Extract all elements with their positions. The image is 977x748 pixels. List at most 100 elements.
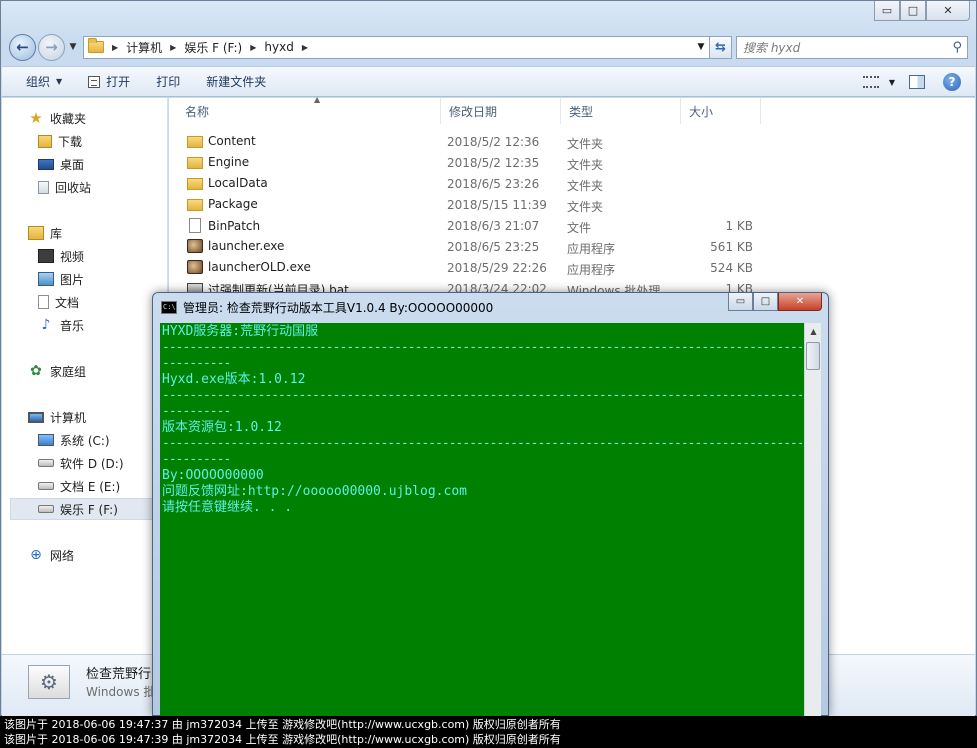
search-icon[interactable]: ⚲: [952, 40, 962, 55]
recent-pages-dropdown[interactable]: ▼: [67, 42, 79, 52]
breadcrumb-hyxd[interactable]: hyxd: [264, 40, 293, 54]
file-type: 文件夹: [567, 137, 604, 151]
command-prompt-window[interactable]: C:\ 管理员: 检查荒野行动版本工具V1.0.4 By:OOOOO00000 …: [152, 292, 829, 717]
drive-icon: [38, 502, 54, 516]
file-row[interactable]: Package 2018/5/15 11:39 文件夹: [169, 194, 789, 215]
sort-ascending-icon: ▲: [314, 95, 321, 104]
file-type: 文件夹: [567, 200, 604, 214]
nav-label: 收藏夹: [50, 111, 87, 126]
folder-icon: [187, 177, 203, 190]
address-bar[interactable]: ▶ 计算机 ▶ 娱乐 F (F:) ▶ hyxd ▶ ▼: [83, 35, 710, 59]
search-input[interactable]: 搜索 hyxd ⚲: [736, 35, 968, 59]
nav-label: 图片: [60, 272, 85, 287]
file-row[interactable]: launcherOLD.exe 2018/5/29 22:26 应用程序 524…: [169, 257, 789, 278]
nav-drive-f[interactable]: 娱乐 F (F:): [10, 498, 158, 520]
organize-label: 组织: [26, 75, 51, 89]
print-button[interactable]: 打印: [156, 73, 180, 90]
maximize-button[interactable]: □: [900, 1, 926, 21]
new-folder-button[interactable]: 新建文件夹: [206, 73, 266, 90]
chevron-right-icon[interactable]: ▶: [250, 43, 256, 52]
folder-icon: [88, 38, 104, 53]
open-icon: [88, 75, 101, 88]
chevron-right-icon[interactable]: ▶: [302, 43, 308, 52]
nav-label: 家庭组: [50, 364, 87, 379]
file-icon: [189, 218, 201, 233]
forward-button[interactable]: →: [38, 33, 65, 61]
address-dropdown-icon[interactable]: ▼: [693, 42, 709, 52]
cmd-minimize-button[interactable]: ▭: [728, 293, 753, 311]
homegroup-icon: ✿: [30, 363, 42, 379]
open-button[interactable]: 打开: [88, 73, 130, 90]
cmd-caption-buttons: ▭ □ ✕: [728, 293, 822, 311]
details-file-type: Windows 批: [86, 685, 156, 699]
command-bar: 组织 ▼ 打开 打印 新建文件夹 ▼ ?: [2, 66, 975, 97]
forward-arrow-icon: →: [45, 38, 58, 56]
view-options-icon[interactable]: [862, 76, 879, 88]
maximize-icon: □: [907, 4, 919, 17]
file-date: 2018/5/15 11:39: [447, 198, 547, 212]
file-size: 561 KB: [710, 240, 753, 254]
library-icon: [28, 226, 44, 240]
file-row[interactable]: Engine 2018/5/2 12:35 文件夹: [169, 152, 789, 173]
picture-icon: [38, 272, 54, 286]
navigation-pane: ★ 收藏夹 下载 桌面 回收站 库 视频 图片 文档 ♪ 音乐 ✿ 家庭组 计算机 系…: [2, 98, 168, 654]
console-icon: C:\: [161, 301, 177, 314]
preview-pane-icon[interactable]: [909, 75, 925, 89]
organize-button[interactable]: 组织 ▼: [26, 73, 62, 90]
file-row[interactable]: BinPatch 2018/6/3 21:07 文件 1 KB: [169, 215, 789, 236]
cmd-window-title: 管理员: 检查荒野行动版本工具V1.0.4 By:OOOOO00000: [183, 301, 494, 315]
nav-label: 软件 D (D:): [60, 456, 124, 471]
chevron-down-icon[interactable]: ▼: [889, 78, 895, 87]
file-name: Content: [208, 134, 256, 148]
help-icon[interactable]: ?: [943, 73, 961, 91]
scroll-up-icon[interactable]: ▲: [805, 323, 822, 340]
console-line: 请按任意键继续. . .: [162, 500, 293, 515]
nav-recycle-bin[interactable]: 回收站: [38, 176, 188, 198]
file-row[interactable]: LocalData 2018/6/5 23:26 文件夹: [169, 173, 789, 194]
file-row[interactable]: Content 2018/5/2 12:36 文件夹: [169, 131, 789, 152]
system-drive-icon: [38, 434, 54, 446]
refresh-icon: ⇆: [715, 39, 726, 55]
close-button[interactable]: ✕: [926, 1, 970, 21]
maximize-icon: □: [760, 296, 771, 307]
column-label: 名称: [185, 104, 210, 119]
folder-icon: [187, 135, 203, 148]
cmd-title-bar[interactable]: C:\ 管理员: 检查荒野行动版本工具V1.0.4 By:OOOOO00000: [161, 299, 493, 316]
breadcrumb-drive-f[interactable]: 娱乐 F (F:): [184, 39, 242, 56]
explorer-caption-buttons: ▭ □ ✕: [874, 1, 970, 21]
console-line: By:OOOOO00000: [162, 468, 264, 483]
column-header-type[interactable]: 类型: [561, 98, 681, 124]
nav-videos[interactable]: 视频: [38, 245, 188, 267]
column-header-size[interactable]: 大小: [681, 98, 761, 124]
cmd-close-button[interactable]: ✕: [778, 293, 822, 311]
column-header-date[interactable]: 修改日期: [441, 98, 561, 124]
minimize-button[interactable]: ▭: [874, 1, 900, 21]
chevron-right-icon[interactable]: ▶: [112, 43, 118, 52]
refresh-button[interactable]: ⇆: [710, 35, 732, 59]
file-date: 2018/6/5 23:25: [447, 240, 540, 254]
breadcrumb-computer[interactable]: 计算机: [126, 39, 162, 56]
nav-favorites[interactable]: ★ 收藏夹: [28, 107, 178, 129]
nav-downloads[interactable]: 下载: [38, 130, 188, 152]
file-date: 2018/5/2 12:36: [447, 135, 540, 149]
file-date: 2018/6/3 21:07: [447, 219, 540, 233]
console-separator: ----------------------------------------…: [162, 340, 802, 355]
console-scrollbar[interactable]: ▲: [804, 323, 821, 717]
exe-icon: [187, 260, 203, 274]
nav-libraries[interactable]: 库: [28, 222, 178, 244]
address-row: ← → ▼ ▶ 计算机 ▶ 娱乐 F (F:) ▶ hyxd ▶ ▼ ⇆ 搜索 …: [9, 33, 968, 61]
cmd-maximize-button[interactable]: □: [753, 293, 778, 311]
nav-desktop[interactable]: 桌面: [38, 153, 188, 175]
details-file-name: 检查荒野行: [86, 667, 152, 682]
console-output[interactable]: HYXD服务器:荒野行动国服 -------------------------…: [160, 323, 804, 717]
console-line: HYXD服务器:荒野行动国服: [162, 324, 319, 339]
minimize-icon: ▭: [881, 4, 893, 17]
drive-icon: [38, 479, 54, 493]
back-button[interactable]: ←: [9, 33, 36, 61]
nav-pictures[interactable]: 图片: [38, 268, 188, 290]
column-header-name[interactable]: 名称 ▲: [177, 95, 441, 124]
file-name: launcher.exe: [208, 239, 285, 253]
chevron-right-icon[interactable]: ▶: [170, 43, 176, 52]
scroll-thumb[interactable]: [806, 342, 820, 370]
file-row[interactable]: launcher.exe 2018/6/5 23:25 应用程序 561 KB: [169, 236, 789, 257]
